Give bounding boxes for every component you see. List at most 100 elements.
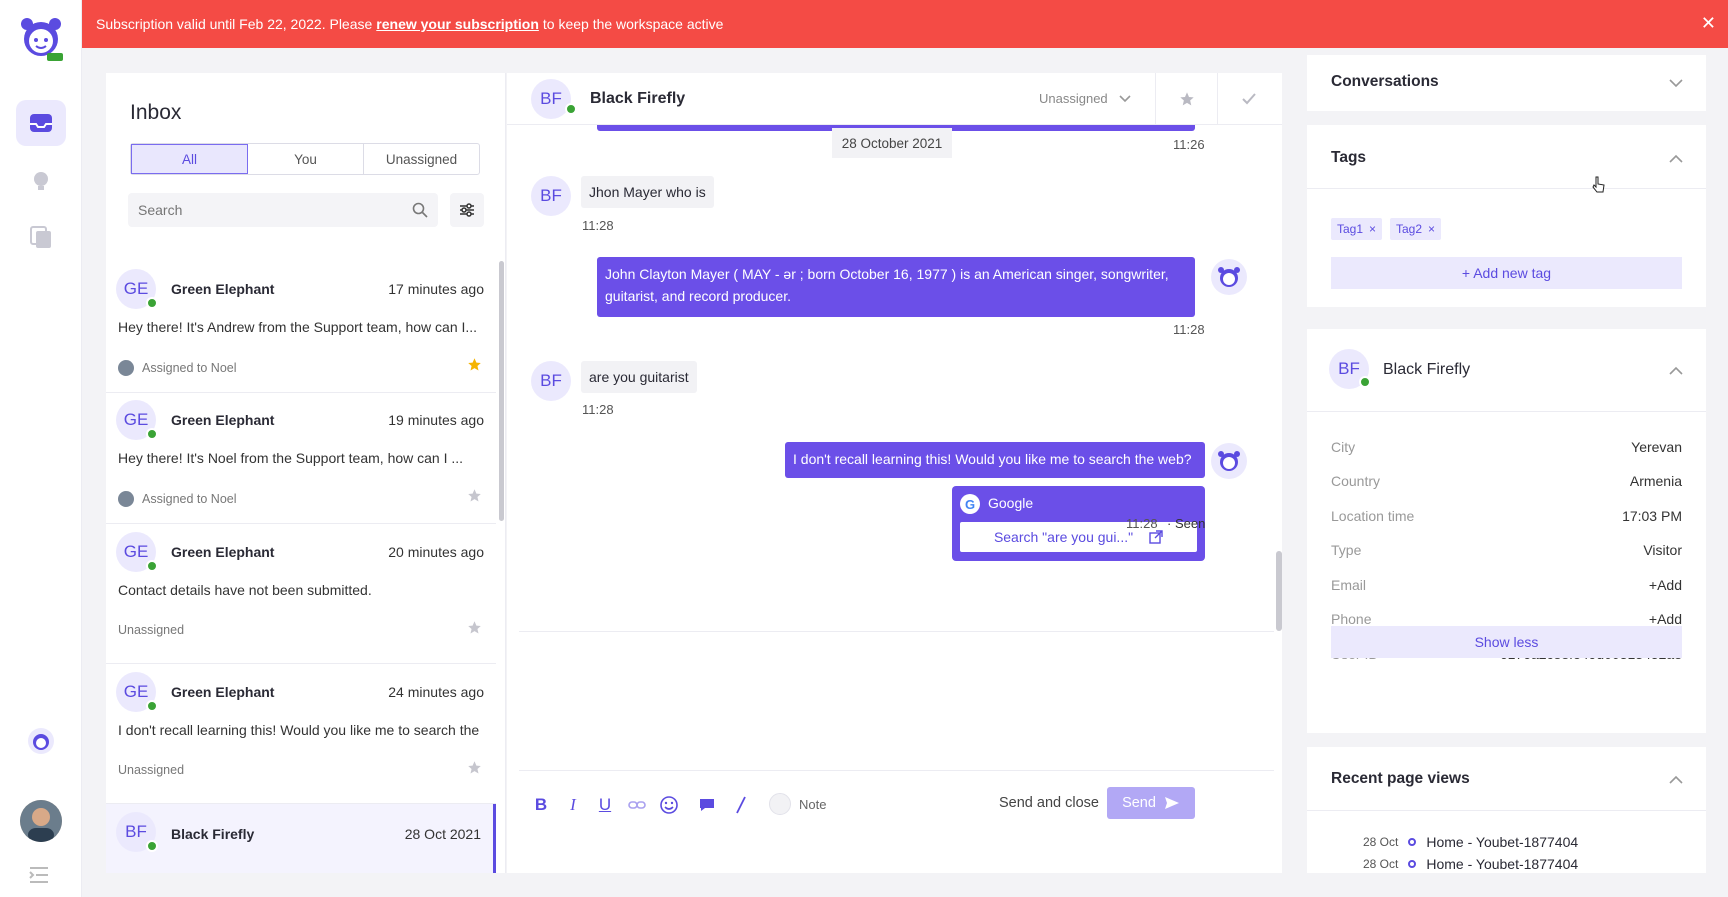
chevron-up-icon[interactable] bbox=[1668, 363, 1684, 379]
toggle-switch[interactable] bbox=[769, 793, 791, 815]
google-search-button[interactable]: Search "are you gui..." bbox=[960, 522, 1197, 552]
attr-location-time: Location time 17:03 PM bbox=[1331, 508, 1682, 524]
emoji-icon[interactable] bbox=[657, 793, 681, 817]
attr-label: City bbox=[1331, 439, 1356, 455]
send-and-close-button[interactable]: Send and close bbox=[999, 795, 1099, 811]
add-phone-button[interactable]: +Add bbox=[1649, 611, 1682, 627]
add-new-tag-button[interactable]: + Add new tag bbox=[1331, 257, 1682, 289]
star-icon[interactable] bbox=[467, 620, 482, 638]
star-icon[interactable] bbox=[467, 488, 482, 506]
google-card-title: Google bbox=[988, 495, 1034, 511]
link-icon[interactable] bbox=[625, 793, 649, 817]
chevron-down-icon[interactable] bbox=[1668, 75, 1684, 91]
star-icon bbox=[1179, 92, 1194, 106]
banner-text: Subscription valid until Feb 22, 2022. P… bbox=[96, 16, 373, 32]
remove-tag-icon[interactable]: × bbox=[1428, 222, 1435, 236]
avatar: BF bbox=[531, 361, 571, 401]
app-logo-icon[interactable] bbox=[17, 14, 65, 62]
attr-label: Country bbox=[1331, 473, 1381, 489]
conversation-time: 19 minutes ago bbox=[388, 412, 484, 428]
send-icon bbox=[1164, 797, 1179, 809]
show-less-button[interactable]: Show less bbox=[1331, 626, 1682, 658]
seen-status: · Seen bbox=[1167, 516, 1206, 531]
attr-value: Yerevan bbox=[1631, 439, 1682, 455]
bot-nav-icon[interactable] bbox=[16, 718, 66, 764]
send-button[interactable]: Send bbox=[1107, 787, 1195, 819]
star-conversation-button[interactable] bbox=[1155, 73, 1217, 125]
message-time: 11:28 bbox=[1126, 516, 1158, 531]
conversation-item-selected[interactable]: BF Black Firefly 28 Oct 2021 bbox=[106, 804, 496, 873]
online-status-dot bbox=[146, 560, 158, 572]
inbox-panel: Inbox All You Unassigned GE Green Elepha… bbox=[106, 73, 506, 873]
collapse-menu-icon[interactable] bbox=[28, 866, 50, 887]
chat-scrollbar[interactable] bbox=[1276, 551, 1282, 631]
tag-label: Tag2 bbox=[1396, 222, 1423, 236]
filter-settings-button[interactable] bbox=[450, 193, 484, 227]
bold-icon[interactable]: B bbox=[529, 793, 553, 817]
send-label: Send bbox=[1122, 795, 1156, 811]
inbox-scrollbar[interactable] bbox=[499, 261, 504, 521]
chevron-up-icon[interactable] bbox=[1668, 151, 1684, 167]
chat-header: BF Black Firefly Unassigned bbox=[507, 73, 1282, 125]
conversation-time: 28 Oct 2021 bbox=[404, 826, 481, 842]
slash-command-icon[interactable] bbox=[729, 793, 753, 817]
banner-text-after: to keep the workspace active bbox=[542, 16, 724, 32]
left-rail bbox=[0, 0, 82, 897]
conversation-time: 24 minutes ago bbox=[388, 684, 484, 700]
tab-all[interactable]: All bbox=[131, 144, 248, 174]
assignment-dropdown[interactable]: Unassigned bbox=[1039, 91, 1132, 106]
conversation-item[interactable]: GE Green Elephant 17 minutes ago Hey the… bbox=[106, 261, 496, 393]
saved-replies-icon[interactable] bbox=[695, 793, 719, 817]
search-input[interactable] bbox=[128, 193, 388, 227]
italic-icon[interactable]: I bbox=[561, 793, 585, 817]
resolve-conversation-button[interactable] bbox=[1217, 73, 1279, 125]
assignment-label: Assigned to Noel bbox=[118, 360, 237, 376]
conversation-item[interactable]: GE Green Elephant 19 minutes ago Hey the… bbox=[106, 393, 496, 524]
star-icon[interactable] bbox=[467, 760, 482, 778]
page-view-link[interactable]: Home - Youbet-1877404 bbox=[1426, 834, 1578, 850]
divider bbox=[1307, 411, 1706, 412]
chat-panel: BF Black Firefly Unassigned 11:26 28 Oct… bbox=[507, 73, 1282, 873]
conversation-preview: Hey there! It's Noel from the Support te… bbox=[118, 450, 464, 466]
inbox-nav-icon[interactable] bbox=[16, 100, 66, 146]
divider bbox=[1307, 188, 1706, 189]
assignee-text: Assigned to Noel bbox=[142, 492, 237, 506]
checkmark-icon bbox=[1241, 93, 1256, 105]
conversations-section[interactable]: Conversations bbox=[1307, 55, 1706, 111]
page-views-title: Recent page views bbox=[1331, 770, 1470, 787]
note-toggle[interactable]: Note bbox=[769, 793, 826, 815]
search-icon[interactable] bbox=[412, 202, 428, 221]
page-view-link[interactable]: Home - Youbet-1877404 bbox=[1426, 856, 1578, 872]
subscription-banner: Subscription valid until Feb 22, 2022. P… bbox=[82, 0, 1728, 48]
tab-unassigned[interactable]: Unassigned bbox=[364, 144, 479, 174]
user-avatar[interactable] bbox=[20, 800, 62, 842]
star-icon[interactable] bbox=[467, 357, 482, 375]
banner-close-icon[interactable]: ✕ bbox=[1701, 13, 1716, 34]
tab-you[interactable]: You bbox=[248, 144, 364, 174]
conversation-item[interactable]: GE Green Elephant 20 minutes ago Contact… bbox=[106, 524, 496, 664]
assignment-value: Unassigned bbox=[1039, 91, 1108, 106]
lightbulb-nav-icon[interactable] bbox=[16, 158, 66, 204]
message-input[interactable] bbox=[531, 644, 1261, 764]
google-logo-icon: G bbox=[960, 494, 980, 514]
assignment-label: Unassigned bbox=[118, 763, 185, 777]
remove-tag-icon[interactable]: × bbox=[1369, 222, 1376, 236]
agent-avatar bbox=[118, 360, 134, 376]
conversation-item[interactable]: GE Green Elephant 24 minutes ago I don't… bbox=[106, 664, 496, 804]
documents-nav-icon[interactable] bbox=[16, 214, 66, 260]
note-label: Note bbox=[799, 796, 827, 812]
tag-chip[interactable]: Tag1 × bbox=[1331, 218, 1383, 240]
renew-subscription-link[interactable]: renew your subscription bbox=[376, 16, 539, 32]
incoming-message: Jhon Mayer who is bbox=[581, 176, 714, 208]
tag-chip[interactable]: Tag2 × bbox=[1390, 218, 1442, 240]
attr-type: Type Visitor bbox=[1331, 542, 1682, 558]
online-status-dot bbox=[146, 428, 158, 440]
attr-email: Email +Add bbox=[1331, 577, 1682, 593]
attr-label: Type bbox=[1331, 542, 1362, 558]
online-status-dot bbox=[146, 700, 158, 712]
underline-icon[interactable]: U bbox=[593, 793, 617, 817]
attr-city: City Yerevan bbox=[1331, 439, 1682, 455]
inbox-title: Inbox bbox=[130, 101, 182, 124]
add-email-button[interactable]: +Add bbox=[1649, 577, 1682, 593]
chevron-up-icon[interactable] bbox=[1668, 772, 1684, 788]
